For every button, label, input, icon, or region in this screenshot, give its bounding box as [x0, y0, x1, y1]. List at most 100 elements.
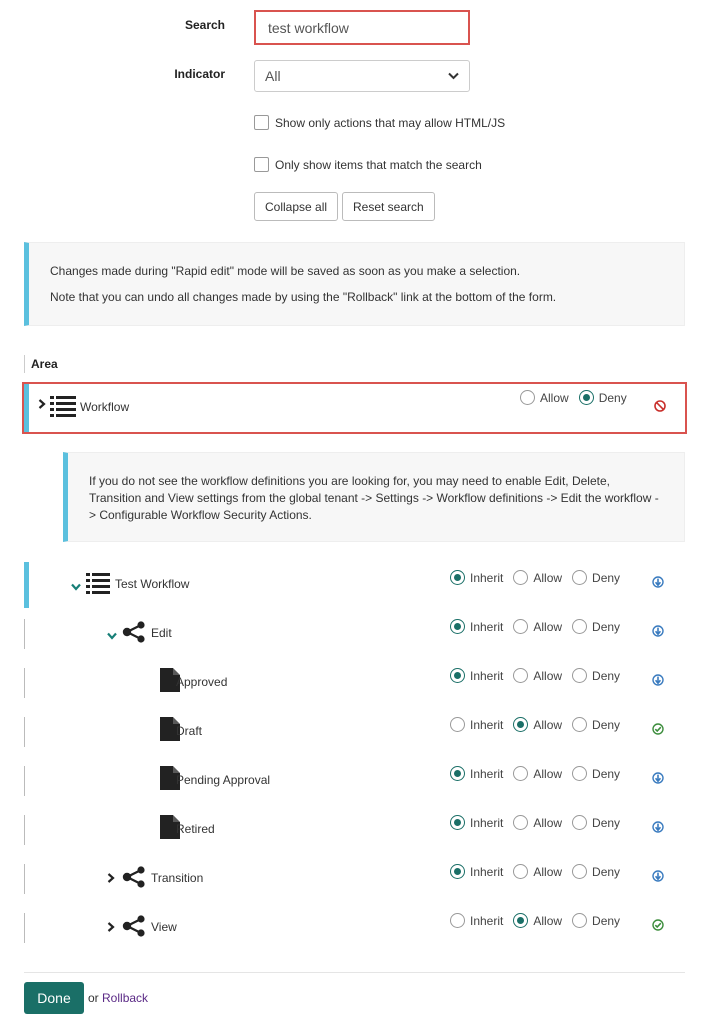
share-icon — [122, 915, 146, 940]
allow-option[interactable]: Allow — [513, 815, 562, 830]
deny-option[interactable]: Deny — [572, 619, 620, 634]
workflow-deny-option[interactable]: Deny — [578, 390, 627, 405]
deny-option[interactable]: Deny — [572, 815, 620, 830]
deny-label: Deny — [592, 913, 621, 928]
area-header: Area — [24, 355, 58, 373]
allow-radio[interactable] — [513, 864, 529, 879]
allow-radio[interactable] — [513, 766, 529, 781]
tree-row-test-workflow: Test Workflow Inherit Allow Deny — [0, 560, 705, 609]
workflow-deny-radio[interactable] — [578, 390, 594, 405]
allow-radio[interactable] — [513, 815, 529, 830]
indicator-value: All — [265, 68, 281, 84]
footer-divider — [24, 972, 685, 973]
deny-option[interactable]: Deny — [572, 864, 620, 879]
allow-option[interactable]: Allow — [513, 717, 562, 732]
inherit-radio[interactable] — [450, 864, 465, 879]
allow-option[interactable]: Allow — [513, 619, 562, 634]
checkbox-html-js-box[interactable] — [254, 115, 269, 130]
deny-option[interactable]: Deny — [572, 766, 620, 781]
deny-radio[interactable] — [572, 913, 588, 928]
chevron-down-icon[interactable] — [107, 629, 117, 643]
inherit-radio[interactable] — [450, 766, 465, 781]
allow-radio[interactable] — [513, 913, 529, 928]
tree-item-name: Test Workflow — [115, 577, 190, 591]
deny-radio[interactable] — [572, 815, 588, 830]
tree-row-line — [24, 815, 25, 845]
inherit-label: Inherit — [470, 570, 504, 585]
checkbox-match-search-box[interactable] — [254, 157, 269, 172]
search-label: Search — [184, 18, 225, 32]
search-input[interactable] — [254, 10, 470, 45]
inherit-label: Inherit — [470, 815, 504, 830]
inherit-option[interactable]: Inherit — [450, 766, 503, 781]
allow-option[interactable]: Allow — [513, 864, 562, 879]
allow-option[interactable]: Allow — [513, 668, 562, 683]
workflow-allow-option[interactable]: Allow — [520, 390, 569, 405]
indicator-label: Indicator — [174, 67, 225, 81]
allow-radio[interactable] — [513, 619, 529, 634]
deny-option[interactable]: Deny — [572, 717, 620, 732]
tree-row-transition: Transition Inherit Allow Deny — [0, 854, 705, 903]
allow-radio[interactable] — [513, 717, 529, 732]
inherit-icon — [652, 821, 664, 836]
allow-label: Allow — [533, 815, 563, 830]
deny-radio[interactable] — [572, 619, 588, 634]
deny-radio[interactable] — [572, 766, 588, 781]
deny-option[interactable]: Deny — [572, 913, 620, 928]
deny-radio[interactable] — [572, 570, 588, 585]
inherit-radio[interactable] — [450, 815, 465, 830]
inherit-radio[interactable] — [450, 570, 465, 585]
inherit-radio[interactable] — [450, 717, 465, 732]
inherit-radio[interactable] — [450, 619, 465, 634]
deny-radio[interactable] — [572, 668, 588, 683]
workflow-row-bar — [24, 384, 29, 432]
inherit-radio[interactable] — [450, 668, 465, 683]
rollback-link[interactable]: Rollback — [102, 991, 148, 1005]
inherit-option[interactable]: Inherit — [450, 913, 503, 928]
deny-radio[interactable] — [572, 864, 588, 879]
inherit-icon — [652, 625, 664, 640]
checkbox-html-js[interactable]: Show only actions that may allow HTML/JS — [254, 115, 505, 130]
reset-search-button[interactable]: Reset search — [342, 192, 435, 221]
inherit-label: Inherit — [470, 913, 504, 928]
deny-label: Deny — [592, 619, 621, 634]
inherit-option[interactable]: Inherit — [450, 570, 503, 585]
inherit-label: Inherit — [470, 619, 504, 634]
allow-radio[interactable] — [513, 668, 529, 683]
done-button[interactable]: Done — [24, 982, 84, 1014]
tree-item-name: Draft — [176, 724, 203, 738]
chevron-right-icon[interactable] — [107, 921, 115, 935]
workflow-allow-label: Allow — [540, 390, 569, 405]
inherit-option[interactable]: Inherit — [450, 815, 503, 830]
allow-option[interactable]: Allow — [513, 570, 562, 585]
workflow-name: Workflow — [80, 400, 130, 414]
rapid-edit-info-line2: Note that you can undo all changes made … — [50, 290, 557, 304]
allow-option[interactable]: Allow — [513, 913, 562, 928]
inherit-option[interactable]: Inherit — [450, 619, 503, 634]
deny-option[interactable]: Deny — [572, 668, 620, 683]
allow-option[interactable]: Allow — [513, 766, 562, 781]
inherit-label: Inherit — [470, 668, 504, 683]
allow-label: Allow — [533, 668, 563, 683]
deny-option[interactable]: Deny — [572, 570, 620, 585]
tree-item-name: Retired — [176, 822, 215, 836]
inherit-radio[interactable] — [450, 913, 465, 928]
deny-radio[interactable] — [572, 717, 588, 732]
checkbox-match-search[interactable]: Only show items that match the search — [254, 157, 482, 172]
allow-radio[interactable] — [513, 570, 529, 585]
chevron-right-icon[interactable] — [107, 872, 115, 886]
chevron-down-icon[interactable] — [71, 580, 81, 594]
rapid-edit-info-line1: Changes made during "Rapid edit" mode wi… — [50, 264, 521, 278]
deny-label: Deny — [592, 668, 621, 683]
chevron-right-icon[interactable] — [38, 398, 46, 412]
tree-row-line — [24, 766, 25, 796]
collapse-all-button[interactable]: Collapse all — [254, 192, 339, 221]
workflow-allow-radio[interactable] — [520, 390, 535, 405]
tree-radio-group: Inherit Allow Deny — [450, 815, 630, 830]
inherit-option[interactable]: Inherit — [450, 717, 503, 732]
list-icon — [50, 396, 76, 417]
allow-label: Allow — [533, 717, 563, 732]
indicator-select[interactable]: All — [254, 60, 470, 92]
inherit-option[interactable]: Inherit — [450, 864, 503, 879]
inherit-option[interactable]: Inherit — [450, 668, 503, 683]
